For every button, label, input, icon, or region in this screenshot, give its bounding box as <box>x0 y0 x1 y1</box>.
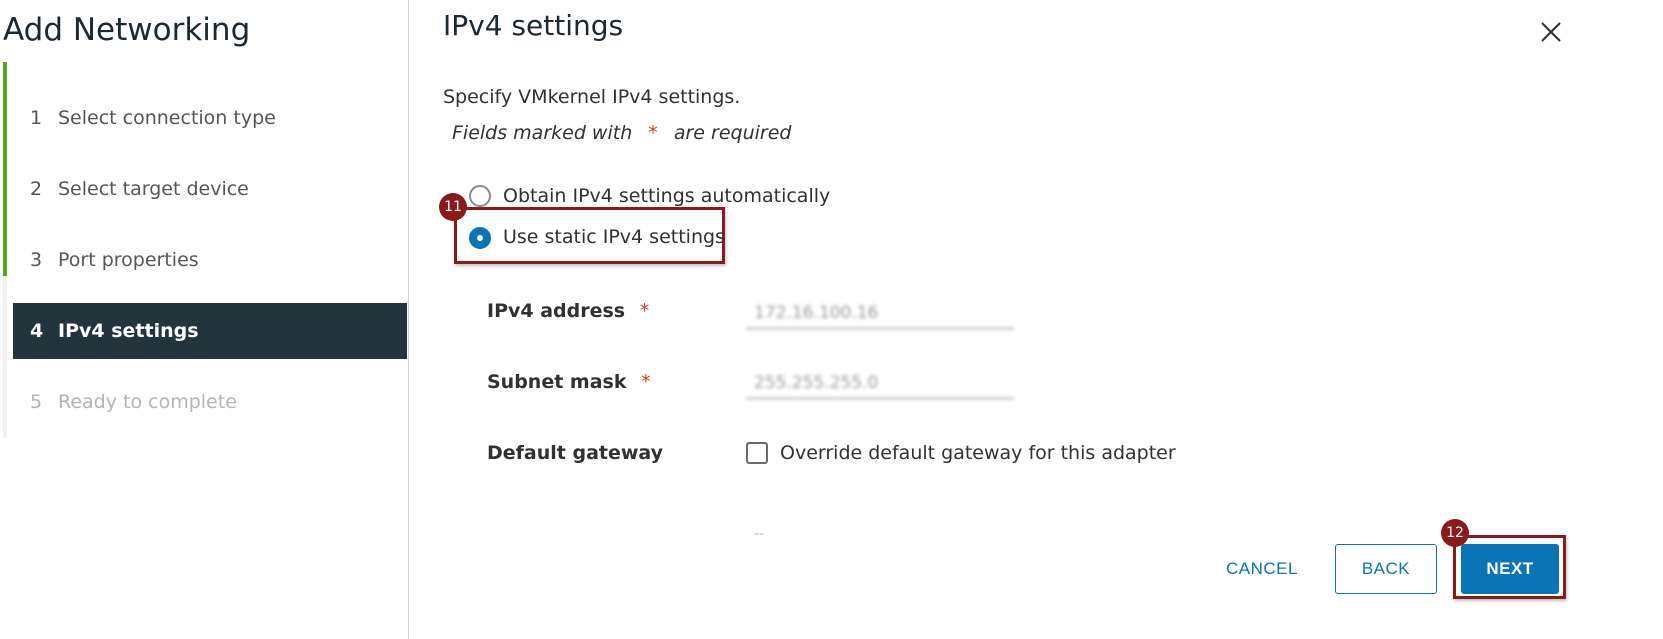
cancel-button[interactable]: CANCEL <box>1210 544 1314 594</box>
annotation-badge-12: 12 <box>1441 519 1469 547</box>
radio-use-static[interactable] <box>469 227 491 249</box>
ipv4-address-input[interactable] <box>746 297 1014 329</box>
panel-divider <box>408 0 409 639</box>
step-label: Select connection type <box>58 107 276 129</box>
default-gateway-label: Default gateway <box>487 442 664 464</box>
page-title: IPv4 settings <box>443 9 624 42</box>
step-label: Port properties <box>58 249 199 271</box>
required-note-suffix: are required <box>673 122 792 144</box>
required-note-prefix: Fields marked with <box>452 122 633 144</box>
subnet-mask-label: Subnet mask * <box>487 371 651 393</box>
radio-obtain-auto[interactable] <box>469 185 491 207</box>
required-note: Fields marked with * are required <box>452 122 791 144</box>
step-label: Select target device <box>58 178 249 200</box>
radio-use-static-label[interactable]: Use static IPv4 settings <box>503 226 725 248</box>
annotation-badge-11: 11 <box>439 193 467 221</box>
required-marker: * <box>648 122 658 144</box>
ipv4-address-label-text: IPv4 address <box>487 300 626 322</box>
radio-obtain-auto-label[interactable]: Obtain IPv4 settings automatically <box>503 185 830 207</box>
override-gateway-label[interactable]: Override default gateway for this adapte… <box>780 442 1176 464</box>
close-icon[interactable] <box>1538 19 1564 45</box>
subnet-mask-label-text: Subnet mask <box>487 371 627 393</box>
next-button[interactable]: NEXT <box>1461 544 1559 594</box>
step-select-target-device[interactable]: 2 Select target device <box>3 133 407 217</box>
override-gateway-checkbox[interactable] <box>746 442 768 464</box>
step-ipv4-settings[interactable]: 4 IPv4 settings <box>13 303 407 359</box>
default-gateway-placeholder: -- <box>754 526 765 542</box>
subnet-mask-input[interactable] <box>746 367 1014 399</box>
back-button[interactable]: BACK <box>1335 544 1437 594</box>
wizard-title: Add Networking <box>3 12 251 48</box>
required-marker: * <box>639 300 650 322</box>
ipv4-address-label: IPv4 address * <box>487 300 649 322</box>
step-label: IPv4 settings <box>58 320 199 342</box>
step-number: 5 <box>30 391 43 413</box>
step-ready-to-complete: 5 Ready to complete <box>13 374 407 430</box>
step-label: Ready to complete <box>58 391 237 413</box>
step-number: 2 <box>30 178 43 200</box>
page-description: Specify VMkernel IPv4 settings. <box>443 86 741 108</box>
required-marker: * <box>641 371 651 393</box>
step-select-connection-type[interactable]: 1 Select connection type <box>3 62 407 146</box>
step-number: 1 <box>30 107 43 129</box>
step-number: 4 <box>30 320 44 342</box>
step-port-properties[interactable]: 3 Port properties <box>3 204 407 288</box>
step-number: 3 <box>30 249 43 271</box>
